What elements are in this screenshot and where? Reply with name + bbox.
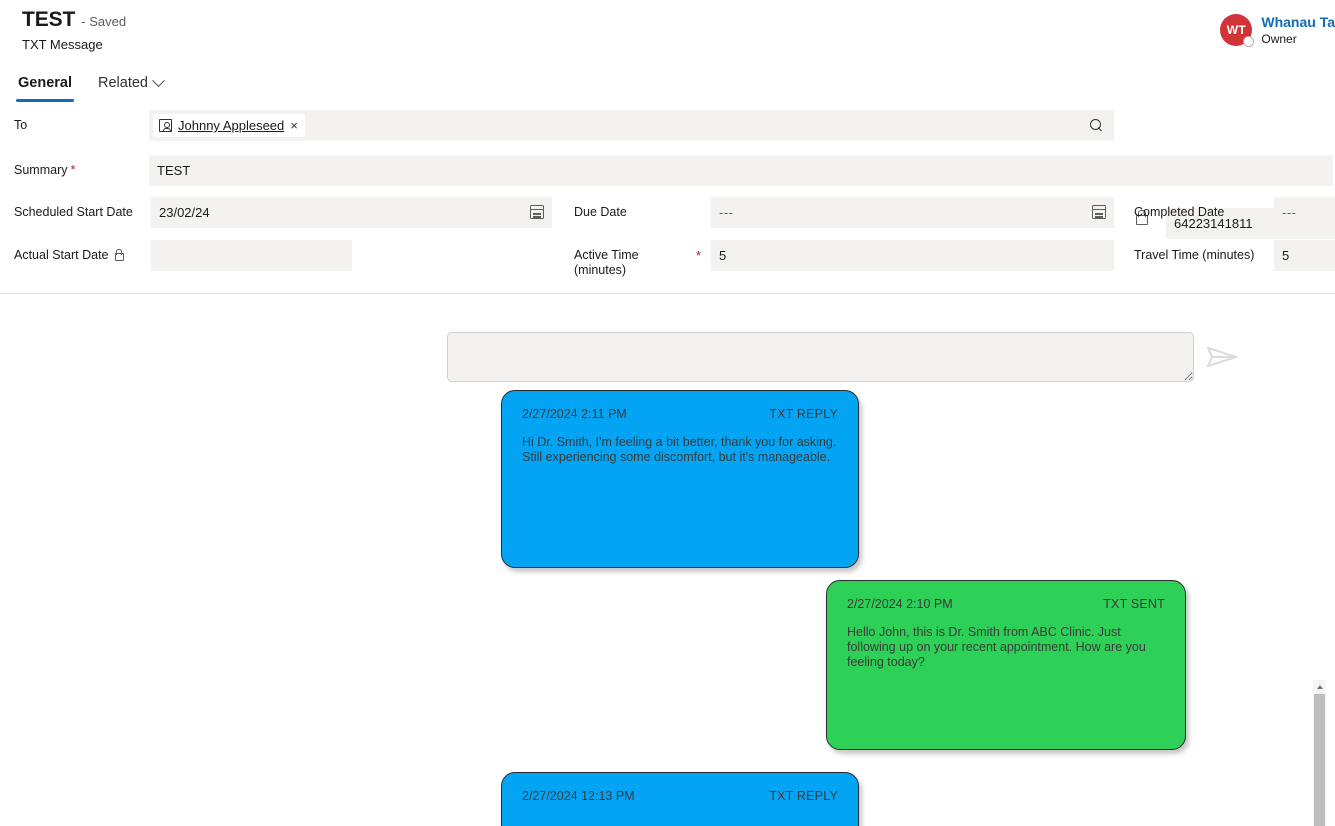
active-time-label-line1: Active Time <box>574 248 639 262</box>
tab-related-label: Related <box>98 75 148 91</box>
field-completed-date: Completed Date --- <box>1134 197 1335 228</box>
scheduled-start-date-value: 23/02/24 <box>159 204 210 220</box>
message-bubble-reply[interactable]: 2/27/2024 2:11 PM TXT REPLY Hi Dr. Smith… <box>501 390 859 568</box>
message-timestamp: 2/27/2024 2:11 PM <box>522 407 627 421</box>
presence-indicator-icon <box>1243 36 1255 48</box>
actual-start-date-label-text: Actual Start Date <box>14 248 109 262</box>
avatar-initials: WT <box>1226 23 1246 38</box>
message-header: 2/27/2024 2:10 PM TXT SENT <box>847 597 1165 611</box>
avatar[interactable]: WT <box>1220 14 1255 48</box>
travel-time-value: 5 <box>1282 247 1290 263</box>
summary-label-text: Summary <box>14 163 68 177</box>
summary-input[interactable]: TEST <box>149 155 1333 186</box>
contact-icon <box>159 119 172 132</box>
due-date-input[interactable]: --- <box>711 197 1114 228</box>
completed-date-input[interactable]: --- <box>1274 197 1335 228</box>
message-kind: TXT REPLY <box>769 407 838 421</box>
entity-name: TXT Message <box>22 37 103 52</box>
field-actual-start-date-label: Actual Start Date <box>14 240 151 263</box>
field-due-date-label: Due Date <box>574 205 627 219</box>
field-travel-time-label: Travel Time (minutes) <box>1134 248 1255 262</box>
owner-block[interactable]: WT Whanau Ta Owner <box>1220 14 1335 48</box>
page-title: TEST <box>22 8 76 31</box>
message-kind: TXT REPLY <box>769 789 838 803</box>
message-input[interactable] <box>447 332 1194 382</box>
send-icon[interactable] <box>1204 342 1240 372</box>
to-lookup-input[interactable]: Johnny Appleseed × <box>149 110 1114 141</box>
message-bubble-sent[interactable]: 2/27/2024 2:10 PM TXT SENT Hello John, t… <box>826 580 1186 750</box>
message-bubble-reply[interactable]: 2/27/2024 12:13 PM TXT REPLY <box>501 772 859 826</box>
scroll-up-glyph <box>1316 684 1323 689</box>
field-summary-label: Summary * <box>14 155 149 178</box>
form-area: To Johnny Appleseed × 64223141811 Summar… <box>0 102 1335 294</box>
message-body: Hello John, this is Dr. Smith from ABC C… <box>847 625 1146 669</box>
lookup-chip-label[interactable]: Johnny Appleseed <box>178 118 284 133</box>
form-tabs: General Related <box>0 64 1335 102</box>
lock-icon <box>114 249 124 261</box>
calendar-icon[interactable] <box>530 205 544 219</box>
field-active-time-label: Active Time (minutes) <box>574 240 696 278</box>
owner-text: Whanau Ta Owner <box>1261 14 1335 47</box>
record-header: TEST - Saved TXT Message WT Whanau Ta Ow… <box>0 0 1335 64</box>
search-icon[interactable] <box>1090 118 1104 133</box>
message-header: 2/27/2024 2:11 PM TXT REPLY <box>522 407 838 421</box>
field-to-label: To <box>14 118 28 132</box>
active-time-input[interactable]: 5 <box>711 240 1114 271</box>
message-header: 2/27/2024 12:13 PM TXT REPLY <box>522 789 838 803</box>
messages-scrollbar[interactable] <box>1313 680 1326 826</box>
composer-row <box>447 332 1240 382</box>
active-time-value: 5 <box>719 247 727 263</box>
conversation-panel: 2/27/2024 2:11 PM TXT REPLY Hi Dr. Smith… <box>0 294 1335 826</box>
save-status: - Saved <box>81 14 127 29</box>
owner-name[interactable]: Whanau Ta <box>1261 14 1335 32</box>
remove-chip-icon[interactable]: × <box>290 119 298 132</box>
field-scheduled-start-date-label: Scheduled Start Date <box>14 205 133 219</box>
message-timestamp: 2/27/2024 2:10 PM <box>847 597 953 611</box>
tab-related[interactable]: Related <box>96 73 165 102</box>
active-time-required-wrap: * <box>696 240 711 265</box>
message-timestamp: 2/27/2024 12:13 PM <box>522 789 635 803</box>
summary-value: TEST <box>157 162 191 178</box>
field-scheduled-start-date: Scheduled Start Date 23/02/24 <box>14 197 552 228</box>
actual-start-date-input[interactable] <box>151 240 352 271</box>
message-kind: TXT SENT <box>1103 597 1165 611</box>
required-marker: * <box>70 162 76 177</box>
calendar-icon[interactable] <box>1092 205 1106 219</box>
scroll-up-arrow-icon[interactable] <box>1313 680 1326 693</box>
completed-date-value: --- <box>1282 204 1297 220</box>
field-summary: Summary * TEST <box>14 155 1333 186</box>
field-actual-start-date: Actual Start Date <box>14 240 352 271</box>
due-date-value: --- <box>719 204 734 220</box>
tab-general[interactable]: General <box>16 75 74 102</box>
field-due-date: Due Date --- <box>574 197 1114 228</box>
message-body: Hi Dr. Smith, I'm feeling a bit better, … <box>522 435 837 464</box>
tab-general-label: General <box>18 75 72 91</box>
chevron-down-icon <box>152 73 165 87</box>
field-completed-date-label: Completed Date <box>1134 205 1225 219</box>
field-active-time: Active Time (minutes) * 5 <box>574 240 1114 278</box>
scrollbar-thumb[interactable] <box>1314 694 1325 826</box>
lookup-chip[interactable]: Johnny Appleseed × <box>153 114 305 137</box>
title-row: TEST - Saved <box>22 8 1335 32</box>
scheduled-start-date-input[interactable]: 23/02/24 <box>151 197 552 228</box>
owner-role: Owner <box>1261 31 1297 46</box>
field-travel-time: Travel Time (minutes) 5 <box>1134 240 1335 271</box>
travel-time-input[interactable]: 5 <box>1274 240 1335 271</box>
active-time-label-line2: (minutes) <box>574 263 627 277</box>
field-to: To Johnny Appleseed × <box>14 110 1114 141</box>
required-marker: * <box>696 248 702 263</box>
messages-list: 2/27/2024 2:11 PM TXT REPLY Hi Dr. Smith… <box>0 390 1335 826</box>
